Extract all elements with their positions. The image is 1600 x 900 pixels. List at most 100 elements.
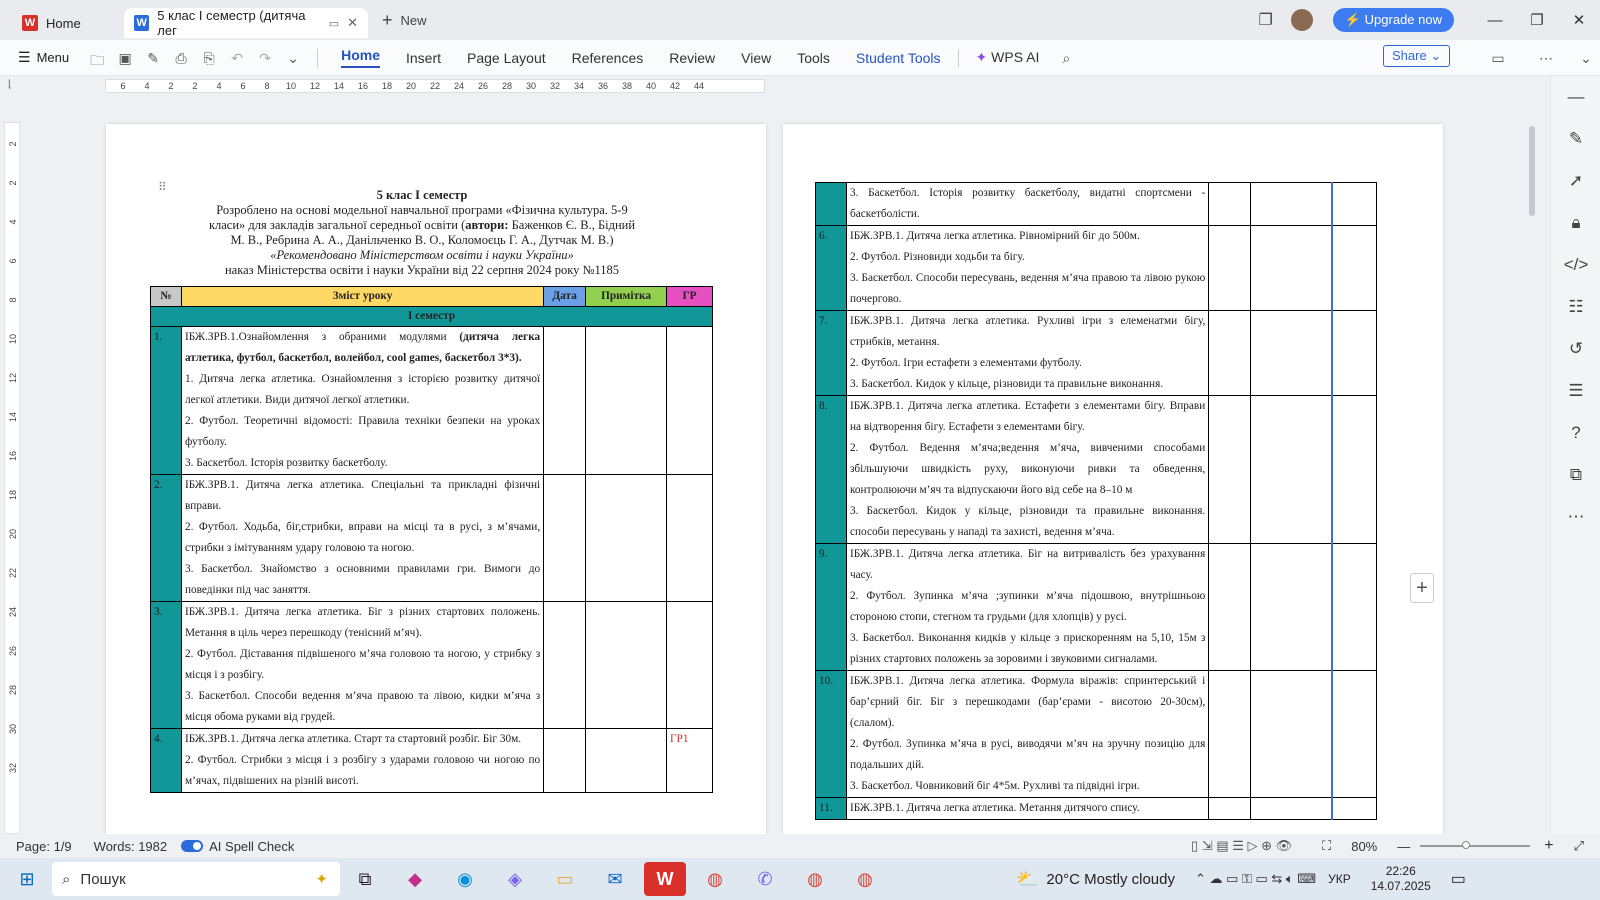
fit-icon[interactable]: ⛶ [1322,838,1331,854]
upgrade-button[interactable]: ⚡ Upgrade now [1332,8,1454,32]
select-cursor-icon[interactable]: ➚ [1551,160,1600,202]
tab-review[interactable]: Review [669,50,715,66]
more-icon[interactable]: ⋯ [1538,50,1554,66]
note-cell[interactable] [585,326,668,475]
document-page-1[interactable]: ⠿ 5 клас І семестр Розроблено на основі … [106,124,766,834]
chrome-profile-2-icon[interactable]: ◍ [844,862,886,896]
save-icon[interactable]: ▣ [117,50,133,66]
wps-taskbar-icon[interactable]: W [644,862,686,896]
note-cell[interactable] [1250,797,1333,820]
zoom-out-icon[interactable]: — [1397,839,1410,854]
monitor-icon[interactable]: ▭ [329,17,339,30]
date-cell[interactable] [543,326,587,475]
add-button[interactable]: + [1410,573,1434,603]
copilot-app-icon[interactable]: ◈ [494,862,536,896]
language-indicator[interactable]: УКР [1328,872,1351,886]
restore-icon[interactable]: ❐ [1516,11,1558,29]
copy-icon[interactable]: ⧉ [1551,454,1600,496]
tab-page-layout[interactable]: Page Layout [467,50,546,66]
search-icon[interactable]: ⌕ [1058,50,1074,66]
redo-icon[interactable]: ↷ [257,50,273,66]
lesson-content[interactable]: 3. Баскетбол. Історія розвитку баскетбол… [845,182,1210,226]
lesson-content[interactable]: ІБЖ.ЗРВ.1. Дитяча легка атлетика. Рухлив… [845,310,1210,396]
help-icon[interactable]: ? [1551,412,1600,454]
list-icon[interactable]: ☰ [1551,370,1600,412]
zoom-level[interactable]: 80% [1351,839,1377,854]
task-view-icon[interactable]: ⧉ [344,862,386,896]
clock[interactable]: 22:26 14.07.2025 [1371,864,1431,894]
note-cell[interactable] [1250,670,1333,798]
more-options-icon[interactable]: ⋯ [1551,496,1600,538]
vertical-scrollbar[interactable] [1527,118,1537,834]
date-cell[interactable] [1208,797,1252,820]
more-chevron-icon[interactable]: ⌄ [285,50,301,66]
taskbar-search-box[interactable]: ⌕ Пошук ✦ [52,862,340,896]
tab-stop-icon[interactable]: ⌊ [8,79,12,90]
outlook-icon[interactable]: ✉ [594,862,636,896]
date-cell[interactable] [543,728,587,793]
drag-handle-icon[interactable]: ⠿ [158,180,167,194]
lesson-content[interactable]: ІБЖ.ЗРВ.1. Дитяча легка атлетика. Біг на… [845,543,1210,671]
code-icon[interactable]: </> [1551,244,1600,286]
minimize-panel-icon[interactable]: — [1551,76,1600,118]
gr-cell[interactable] [1331,310,1377,396]
tab-view[interactable]: View [741,50,771,66]
tab-document[interactable]: W 5 клас І семестр (дитяча лег ▭ ✕ [124,8,368,38]
zoom-in-icon[interactable]: + [1544,837,1553,855]
date-cell[interactable] [1208,670,1252,798]
history-icon[interactable]: ↺ [1551,328,1600,370]
date-cell[interactable] [543,601,587,729]
date-cell[interactable] [1208,395,1252,544]
gr-cell[interactable] [1331,395,1377,544]
file-explorer-icon[interactable]: ▭ [544,862,586,896]
note-cell[interactable] [585,728,668,793]
close-window-icon[interactable]: ✕ [1558,11,1600,29]
tab-ribbon-home[interactable]: Home [341,47,380,68]
date-cell[interactable] [1208,310,1252,396]
open-folder-icon[interactable]: 🗀 [89,50,105,68]
notifications-icon[interactable]: ▭ [1451,869,1466,889]
tab-tools[interactable]: Tools [797,50,830,66]
gr-cell[interactable] [1331,670,1377,798]
edge-icon[interactable]: ◉ [444,862,486,896]
hamburger-icon[interactable]: ☰ [18,49,31,66]
lesson-content[interactable]: ІБЖ.ЗРВ.1. Дитяча легка атлетика. Рівном… [845,225,1210,311]
tray-icons[interactable]: ⌃ ☁ ▭ ⚿ ▭ ⇆ 🔈︎ ⌨ [1195,871,1316,887]
window-list-icon[interactable]: ❐ [1259,10,1273,30]
lesson-content[interactable]: ІБЖ.ЗРВ.1. Дитяча легка атлетика. Естафе… [845,395,1210,544]
gr-cell[interactable] [666,474,713,602]
m365-icon[interactable]: ◆ [394,862,436,896]
lesson-content[interactable]: ІБЖ.ЗРВ.1. Дитяча легка атлетика. Метанн… [845,797,1210,820]
lesson-content[interactable]: ІБЖ.ЗРВ.1.Ознайомлення з обраними модуля… [180,326,545,475]
print-icon[interactable]: ⎙ [173,50,189,66]
word-count[interactable]: Words: 1982 [94,839,167,854]
close-tab-icon[interactable]: ✕ [347,15,358,31]
spell-check-toggle[interactable] [181,840,204,852]
minimize-icon[interactable]: — [1474,12,1516,29]
tab-student-tools[interactable]: Student Tools [856,50,941,66]
document-page-2[interactable]: 3. Баскетбол. Історія розвитку баскетбол… [783,124,1443,834]
note-cell[interactable] [1250,225,1333,311]
share-button[interactable]: Share ⌄ [1383,45,1451,67]
note-cell[interactable] [1250,395,1333,544]
tab-insert[interactable]: Insert [406,50,441,66]
comment-icon[interactable]: ▭ [1490,50,1506,66]
date-cell[interactable] [1208,225,1252,311]
fullscreen-icon[interactable]: ⤢ [1574,838,1584,854]
format-painter-icon[interactable]: ✎ [145,50,161,66]
lesson-content[interactable]: ІБЖ.ЗРВ.1. Дитяча легка атлетика. Спеціа… [180,474,545,602]
vertical-ruler[interactable]: 2 2 4 6 8 10 12 14 16 18 20 22 24 26 28 30 32 [4,122,20,834]
tab-wps-ai[interactable]: ✦ WPS AI [976,49,1040,66]
windows-start-icon[interactable]: ⊞ [6,862,48,896]
date-cell[interactable] [543,474,587,602]
zoom-slider[interactable] [1420,841,1531,849]
chrome-profile-icon[interactable]: ◍ [794,862,836,896]
print-preview-icon[interactable]: ⎘ [201,50,217,66]
weather-label[interactable]: 20°C Mostly cloudy [1046,871,1175,888]
undo-icon[interactable]: ↶ [229,50,245,66]
note-cell[interactable] [1250,543,1333,671]
gr-cell[interactable] [1331,797,1377,820]
tab-references[interactable]: References [572,50,644,66]
page-indicator[interactable]: Page: 1/9 [16,839,72,854]
collapse-ribbon-icon[interactable]: ⌄ [1578,50,1594,66]
